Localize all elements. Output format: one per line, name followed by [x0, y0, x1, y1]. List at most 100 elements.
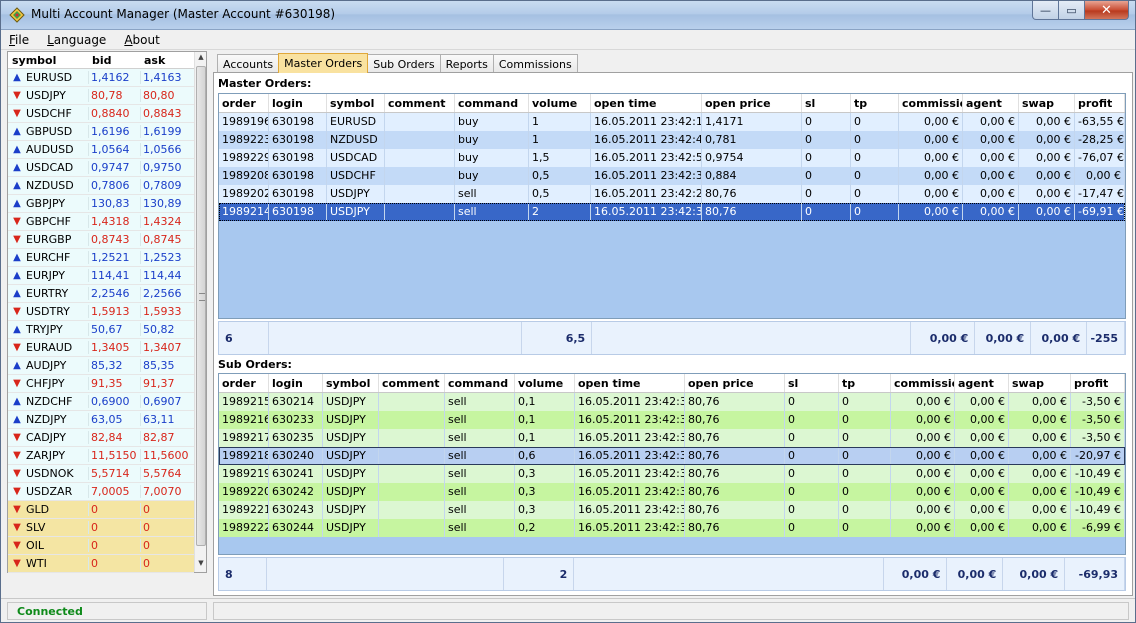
col-header-tp[interactable]: tp	[839, 374, 891, 392]
symbol-row[interactable]: ▼ USDZAR 7,0005 7,0070	[8, 483, 194, 501]
sub-order-row[interactable]: 1989216 630233 USDJPY sell 0,1 16.05.2011 23:…	[219, 411, 1125, 429]
col-header-swap[interactable]: swap	[1019, 94, 1075, 112]
col-header-bid[interactable]: bid	[88, 52, 140, 68]
symbol-row[interactable]: ▲ NZDUSD 0,7806 0,7809	[8, 177, 194, 195]
col-header-comment[interactable]: comment	[379, 374, 445, 392]
col-header-open-price[interactable]: open price	[685, 374, 785, 392]
col-header-sl[interactable]: sl	[802, 94, 851, 112]
col-header-symbol[interactable]: symbol	[327, 94, 385, 112]
symbol-row[interactable]: ▼ SLV 0 0	[8, 519, 194, 537]
cell-login: 630241	[269, 465, 323, 483]
master-order-row[interactable]: 1989208 630198 USDCHF buy 0,5 16.05.2011 23:4…	[219, 167, 1125, 185]
symbol-row[interactable]: ▼ USDNOK 5,5714 5,5764	[8, 465, 194, 483]
symbol-row[interactable]: ▲ TRYJPY 50,67 50,82	[8, 321, 194, 339]
scrollbar-thumb[interactable]	[196, 66, 206, 546]
col-header-sl[interactable]: sl	[785, 374, 839, 392]
cell-agent: 0,00 €	[955, 447, 1009, 465]
tab-master-orders[interactable]: Master Orders	[278, 53, 369, 73]
symbol-row[interactable]: ▼ EURGBP 0,8743 0,8745	[8, 231, 194, 249]
close-button[interactable]: ✕	[1085, 1, 1129, 20]
symbol-row[interactable]: ▼ ZARJPY 11,5150 11,5600	[8, 447, 194, 465]
col-header-open-time[interactable]: open time	[591, 94, 702, 112]
ask-cell: 1,4324	[140, 215, 194, 228]
sub-orders-grid[interactable]: order login symbol comment command volume open…	[218, 373, 1126, 555]
col-header-symbol[interactable]: symbol	[8, 52, 88, 68]
col-header-order[interactable]: order	[219, 374, 269, 392]
master-order-row[interactable]: 1989202 630198 USDJPY sell 0,5 16.05.2011 23:…	[219, 185, 1125, 203]
col-header-comment[interactable]: comment	[385, 94, 455, 112]
col-header-agent[interactable]: agent	[963, 94, 1019, 112]
menu-file[interactable]: File	[7, 33, 31, 47]
sub-order-row[interactable]: 1989218 630240 USDJPY sell 0,6 16.05.2011 23:…	[219, 447, 1125, 465]
sub-order-row[interactable]: 1989220 630242 USDJPY sell 0,3 16.05.2011 23:…	[219, 483, 1125, 501]
menu-about[interactable]: About	[122, 33, 162, 47]
symbol-row[interactable]: ▼ USDJPY 80,78 80,80	[8, 87, 194, 105]
tab-reports[interactable]: Reports	[439, 54, 494, 73]
symbol-row[interactable]: ▲ GBPJPY 130,83 130,89	[8, 195, 194, 213]
symbol-row[interactable]: ▲ USDCAD 0,9747 0,9750	[8, 159, 194, 177]
symbol-row[interactable]: ▼ OIL 0 0	[8, 537, 194, 555]
master-order-row[interactable]: 1989214 630198 USDJPY sell 2 16.05.2011 23:42…	[219, 203, 1125, 221]
symbol-row[interactable]: ▲ NZDCHF 0,6900 0,6907	[8, 393, 194, 411]
col-header-order[interactable]: order	[219, 94, 269, 112]
col-header-command[interactable]: command	[455, 94, 529, 112]
col-header-swap[interactable]: swap	[1009, 374, 1071, 392]
col-header-profit[interactable]: profit	[1075, 94, 1125, 112]
symbol-cell: ▲ NZDJPY	[8, 413, 88, 426]
col-header-symbol[interactable]: symbol	[323, 374, 379, 392]
symbol-row[interactable]: ▼ CHFJPY 91,35 91,37	[8, 375, 194, 393]
minimize-button[interactable]: —	[1032, 1, 1059, 20]
col-header-tp[interactable]: tp	[851, 94, 899, 112]
cell-open-time: 16.05.2011 23:42:46	[591, 131, 702, 149]
master-order-row[interactable]: 1989223 630198 NZDUSD buy 1 16.05.2011 23:42:…	[219, 131, 1125, 149]
symbol-row[interactable]: ▼ EURAUD 1,3405 1,3407	[8, 339, 194, 357]
col-header-command[interactable]: command	[445, 374, 515, 392]
symbol-row[interactable]: ▲ EURUSD 1,4162 1,4163	[8, 69, 194, 87]
tab-sub-orders[interactable]: Sub Orders	[367, 54, 441, 73]
sub-order-row[interactable]: 1989219 630241 USDJPY sell 0,3 16.05.2011 23:…	[219, 465, 1125, 483]
cell-login: 630233	[269, 411, 323, 429]
col-header-volume[interactable]: volume	[529, 94, 591, 112]
sub-order-row[interactable]: 1989215 630214 USDJPY sell 0,1 16.05.2011 23:…	[219, 393, 1125, 411]
symbol-row[interactable]: ▼ GBPCHF 1,4318 1,4324	[8, 213, 194, 231]
scroll-up-icon[interactable]: ▲	[195, 53, 207, 65]
col-header-open-time[interactable]: open time	[575, 374, 685, 392]
cell-volume: 0,5	[529, 167, 591, 185]
symbol-row[interactable]: ▼ CADJPY 82,84 82,87	[8, 429, 194, 447]
symbol-row[interactable]: ▲ GBPUSD 1,6196 1,6199	[8, 123, 194, 141]
tab-accounts[interactable]: Accounts	[217, 54, 280, 73]
symbol-row[interactable]: ▼ GLD 0 0	[8, 501, 194, 519]
col-header-agent[interactable]: agent	[955, 374, 1009, 392]
master-order-row[interactable]: 1989196 630198 EURUSD buy 1 16.05.2011 23:42:…	[219, 113, 1125, 131]
title-bar[interactable]: Multi Account Manager (Master Account #6…	[1, 1, 1135, 30]
symbol-row[interactable]: ▲ AUDUSD 1,0564 1,0566	[8, 141, 194, 159]
col-header-login[interactable]: login	[269, 374, 323, 392]
col-header-profit[interactable]: profit	[1071, 374, 1125, 392]
symbol-row[interactable]: ▼ USDTRY 1,5913 1,5933	[8, 303, 194, 321]
tab-commissions[interactable]: Commissions	[492, 54, 578, 73]
symbol-name: NZDJPY	[26, 413, 67, 426]
sub-order-row[interactable]: 1989222 630244 USDJPY sell 0,2 16.05.2011 23:…	[219, 519, 1125, 537]
symbol-row[interactable]: ▲ EURTRY 2,2546 2,2566	[8, 285, 194, 303]
col-header-commissio[interactable]: commissio	[891, 374, 955, 392]
symbol-list-scrollbar[interactable]: ▲ ▼	[194, 52, 206, 572]
menu-language[interactable]: Language	[45, 33, 108, 47]
symbol-row[interactable]: ▼ USDCHF 0,8840 0,8843	[8, 105, 194, 123]
col-header-ask[interactable]: ask	[140, 52, 194, 68]
scroll-down-icon[interactable]: ▼	[195, 559, 207, 571]
symbol-row[interactable]: ▲ EURJPY 114,41 114,44	[8, 267, 194, 285]
symbol-row[interactable]: ▼ WTI 0 0	[8, 555, 194, 573]
col-header-login[interactable]: login	[269, 94, 327, 112]
sub-order-row[interactable]: 1989221 630243 USDJPY sell 0,3 16.05.2011 23:…	[219, 501, 1125, 519]
symbol-row[interactable]: ▲ NZDJPY 63,05 63,11	[8, 411, 194, 429]
col-header-open-price[interactable]: open price	[702, 94, 802, 112]
ask-cell: 0,7809	[140, 179, 194, 192]
maximize-button[interactable]: ▭	[1059, 1, 1085, 20]
master-order-row[interactable]: 1989229 630198 USDCAD buy 1,5 16.05.2011 23:4…	[219, 149, 1125, 167]
sub-order-row[interactable]: 1989217 630235 USDJPY sell 0,1 16.05.2011 23:…	[219, 429, 1125, 447]
master-orders-grid[interactable]: order login symbol comment command volume open…	[218, 93, 1126, 319]
symbol-row[interactable]: ▲ AUDJPY 85,32 85,35	[8, 357, 194, 375]
col-header-commissio[interactable]: commissio	[899, 94, 963, 112]
col-header-volume[interactable]: volume	[515, 374, 575, 392]
symbol-row[interactable]: ▲ EURCHF 1,2521 1,2523	[8, 249, 194, 267]
